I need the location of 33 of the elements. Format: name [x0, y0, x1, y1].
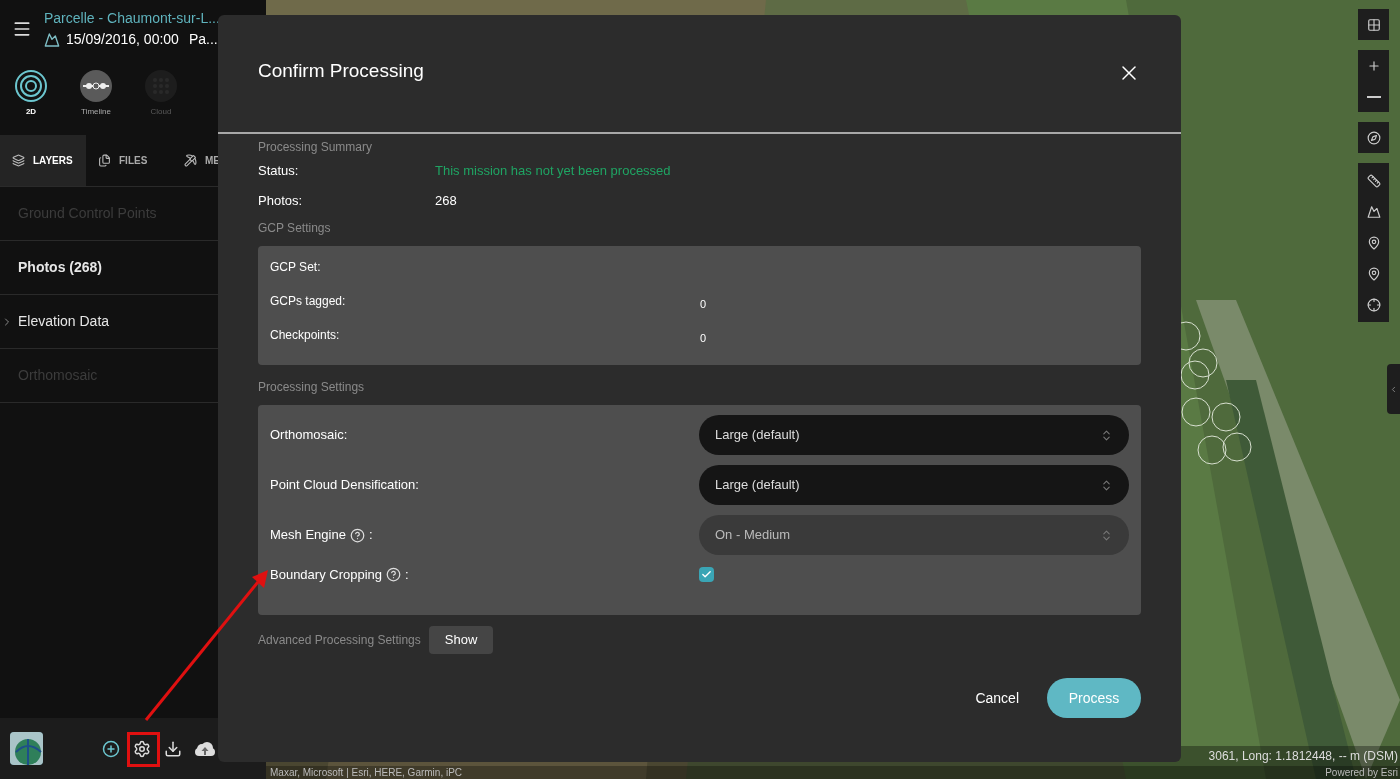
view-label: Timeline [81, 106, 111, 118]
attribution-text: Maxar, Microsoft | Esri, HERE, Garmin, iPC [270, 766, 463, 779]
field-value: 0 [700, 297, 707, 312]
powered-by-text: Powered by Esri [1325, 766, 1398, 779]
field-label: Mesh Engine [270, 526, 346, 545]
field-label: Checkpoints: [270, 327, 341, 344]
field-value: 0 [700, 331, 707, 346]
view-button[interactable]: 2D [10, 70, 52, 118]
field-value: 268 [435, 192, 457, 211]
field-label: Orthomosaic: [270, 426, 348, 445]
label-colon: : [405, 566, 409, 584]
view-button[interactable]: Timeline [75, 70, 117, 118]
field-value: This mission has not yet been processed [435, 162, 671, 181]
advanced-settings-label: Advanced Processing Settings [258, 632, 421, 649]
label-colon: : [368, 526, 373, 545]
view-label: Cloud [150, 106, 172, 118]
field-label: Status: [258, 162, 300, 181]
coordinates-text: 3061, Long: 1.1812448, -- m (DSM) [1208, 748, 1398, 765]
select-field[interactable]: Large (default) [699, 465, 1129, 505]
show-button[interactable]: Show [428, 626, 494, 654]
section-heading: Processing Summary [258, 139, 374, 156]
field-label: GCP Set: [270, 259, 322, 276]
mission-subtitle: Pa... [188, 30, 218, 49]
dialog-title: Confirm Processing [258, 59, 424, 83]
field-label: GCPs tagged: [270, 293, 347, 310]
field-label: Point Cloud Densification: [270, 476, 419, 495]
sidebar-tab[interactable]: LAYERS [0, 135, 86, 186]
mission-date: 15/09/2016, 00:00 [66, 30, 179, 49]
cancel-button[interactable]: Cancel [975, 687, 1019, 709]
field-label: Boundary Cropping [270, 566, 383, 584]
mission-title: Parcelle - Chaumont-sur-L... [44, 9, 220, 28]
view-label: 2D [25, 106, 37, 118]
select-field[interactable]: Large (default) [699, 415, 1129, 455]
